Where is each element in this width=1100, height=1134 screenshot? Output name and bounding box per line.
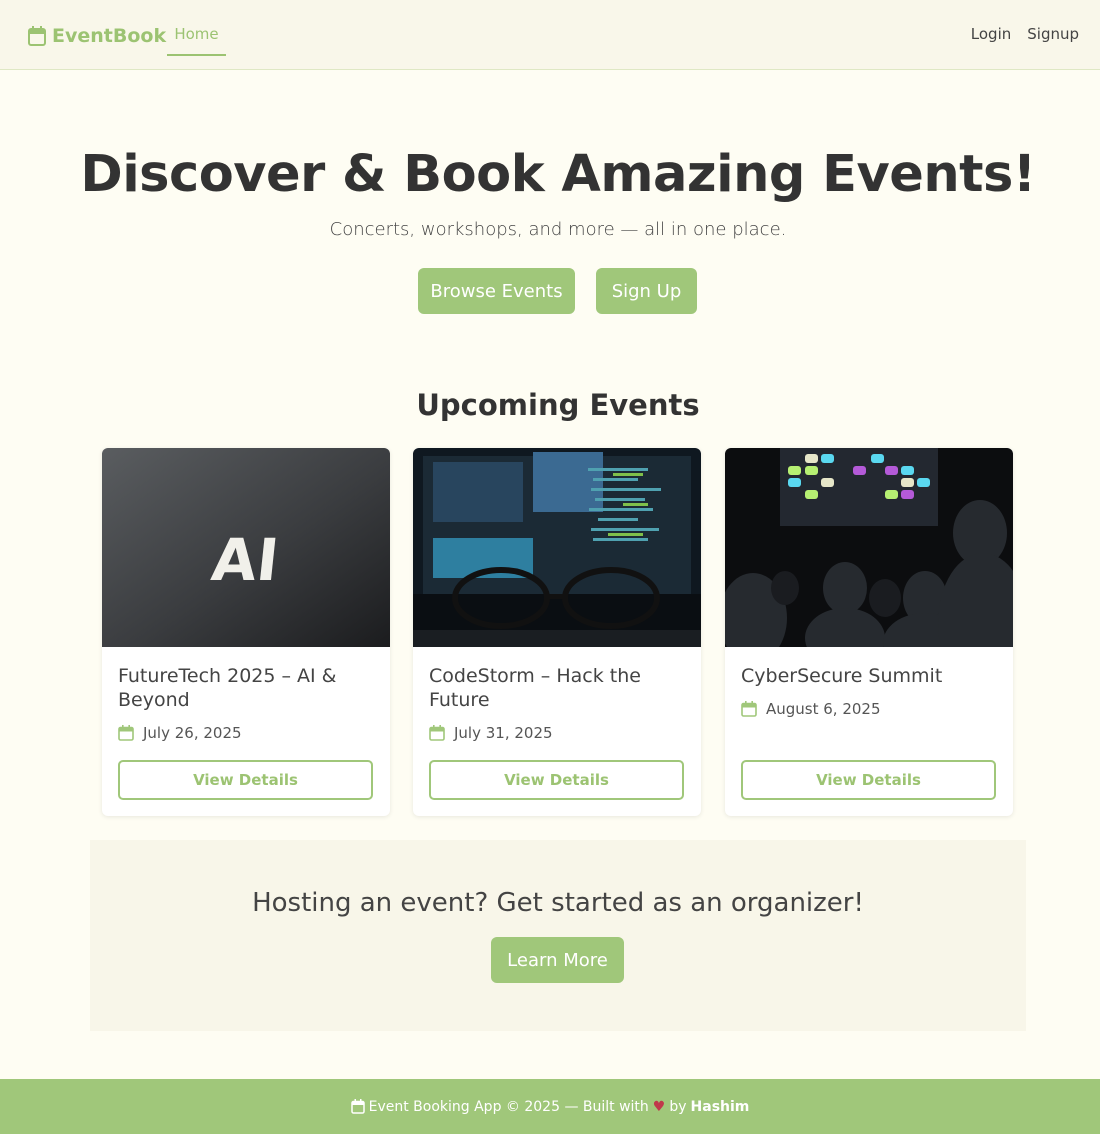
event-image-ai: AI xyxy=(102,448,390,647)
event-title: CyberSecure Summit xyxy=(741,665,943,687)
event-date-text: July 26, 2025 xyxy=(143,724,242,742)
event-image-code xyxy=(413,448,701,647)
footer: Event Booking App © 2025 — Built with ♥ … xyxy=(0,1079,1100,1134)
brand-name: EventBook xyxy=(52,25,167,47)
view-details-button[interactable]: View Details xyxy=(429,760,684,800)
event-date-text: August 6, 2025 xyxy=(766,700,881,718)
hero-title: Discover & Book Amazing Events! xyxy=(80,145,1036,204)
view-details-button[interactable]: View Details xyxy=(118,760,373,800)
calendar-icon xyxy=(429,725,445,741)
event-image-conference xyxy=(725,448,1013,647)
event-date: July 31, 2025 xyxy=(429,724,553,742)
calendar-icon xyxy=(118,725,134,741)
footer-by: by xyxy=(669,1098,687,1115)
footer-text: Event Booking App © 2025 — Built with xyxy=(368,1098,649,1115)
calendar-icon xyxy=(28,26,46,46)
event-card: CyberSecure Summit August 6, 2025 View D… xyxy=(725,448,1013,816)
svg-text:AI: AI xyxy=(208,526,282,594)
event-title: FutureTech 2025 – AI & Beyond xyxy=(118,665,337,711)
event-title: CodeStorm – Hack the Future xyxy=(429,665,641,711)
event-card: AI FutureTech 2025 – AI & Beyond July 26… xyxy=(102,448,390,816)
event-date: July 26, 2025 xyxy=(118,724,242,742)
event-date-text: July 31, 2025 xyxy=(454,724,553,742)
signup-link[interactable]: Signup xyxy=(1027,25,1079,43)
event-card: CodeStorm – Hack the Future July 31, 202… xyxy=(413,448,701,816)
navbar: EventBook Home Login Signup xyxy=(0,0,1100,70)
nav-home-link[interactable]: Home xyxy=(167,20,226,56)
organizer-cta: Hosting an event? Get started as an orga… xyxy=(90,840,1026,1031)
login-link[interactable]: Login xyxy=(971,25,1011,43)
browse-events-button[interactable]: Browse Events xyxy=(418,268,575,314)
nav-auth-links: Login Signup xyxy=(971,25,1079,43)
footer-author: Hashim xyxy=(690,1098,750,1115)
calendar-icon xyxy=(741,701,757,717)
learn-more-button[interactable]: Learn More xyxy=(491,937,624,983)
sign-up-button[interactable]: Sign Up xyxy=(596,268,697,314)
view-details-button[interactable]: View Details xyxy=(741,760,996,800)
hero-subtitle: Concerts, workshops, and more — all in o… xyxy=(329,219,787,240)
event-date: August 6, 2025 xyxy=(741,700,881,718)
calendar-icon xyxy=(350,1099,365,1114)
cta-title: Hosting an event? Get started as an orga… xyxy=(252,888,864,918)
upcoming-events-heading: Upcoming Events xyxy=(416,388,700,422)
brand-link[interactable]: EventBook xyxy=(28,22,166,50)
heart-icon: ♥ xyxy=(652,1098,666,1115)
